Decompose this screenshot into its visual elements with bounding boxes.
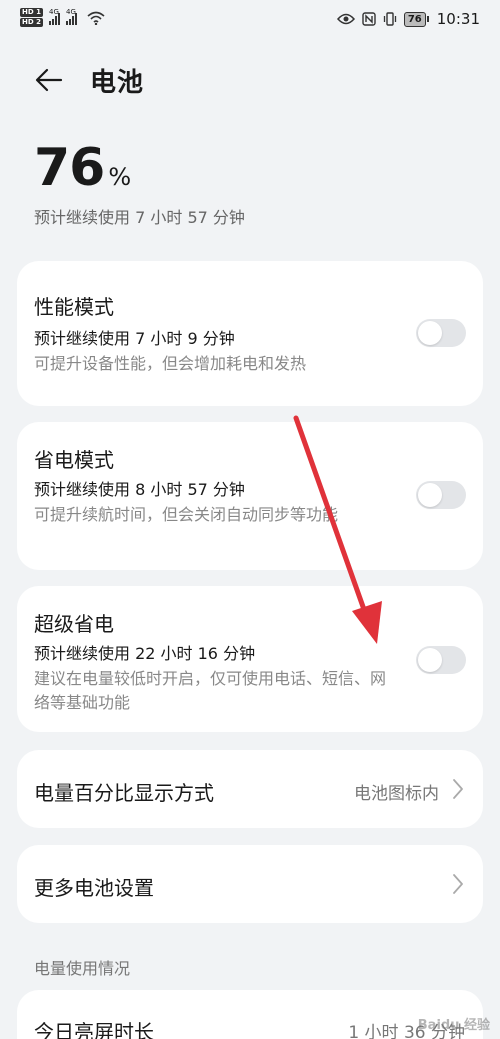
- battery-percentage: 76 %: [34, 138, 131, 198]
- nfc-icon: [362, 12, 376, 26]
- chevron-right-icon: [453, 874, 463, 894]
- toggle-knob: [418, 648, 442, 672]
- page-header: 电池: [34, 58, 144, 102]
- hd-indicators: HD 1 HD 2: [20, 8, 43, 27]
- back-arrow-icon[interactable]: [34, 65, 64, 95]
- hd1-badge: HD 1: [20, 8, 43, 17]
- hd2-badge: HD 2: [20, 18, 43, 27]
- ultra-power-saving-card[interactable]: 超级省电 预计继续使用 22 小时 16 分钟 建议在电量较低时开启，仅可使用电…: [17, 586, 483, 732]
- percentage-display-value: 电池图标内: [354, 784, 439, 804]
- page-title: 电池: [90, 67, 145, 98]
- signal-icon: 4G: [48, 7, 60, 25]
- ultra-power-saving-estimate: 预计继续使用 22 小时 16 分钟: [34, 644, 256, 663]
- usage-section-label: 电量使用情况: [34, 959, 131, 978]
- screen-on-time-row[interactable]: 今日亮屏时长 1 小时 36 分钟: [17, 990, 483, 1039]
- performance-mode-title: 性能模式: [34, 295, 114, 319]
- status-right: 76 10:31: [336, 10, 480, 28]
- power-saving-mode-toggle[interactable]: [416, 481, 466, 509]
- ultra-power-saving-title: 超级省电: [34, 612, 114, 636]
- ultra-power-saving-toggle[interactable]: [416, 646, 466, 674]
- more-battery-settings-row[interactable]: 更多电池设置: [17, 845, 483, 923]
- power-saving-mode-title: 省电模式: [34, 448, 114, 472]
- percentage-display-label: 电量百分比显示方式: [34, 781, 214, 805]
- performance-mode-estimate: 预计继续使用 7 小时 9 分钟: [34, 329, 235, 348]
- signal-label-2: 4G: [65, 7, 76, 16]
- status-bar: HD 1 HD 2 4G 4G 76 10:31: [0, 0, 500, 40]
- wifi-icon: [87, 11, 105, 25]
- battery-remaining-time: 预计继续使用 7 小时 57 分钟: [34, 208, 245, 227]
- performance-mode-toggle[interactable]: [416, 319, 466, 347]
- performance-mode-description: 可提升设备性能，但会增加耗电和发热: [34, 354, 307, 373]
- toggle-knob: [418, 321, 442, 345]
- power-saving-mode-estimate: 预计继续使用 8 小时 57 分钟: [34, 480, 245, 499]
- eye-icon: [336, 13, 355, 25]
- power-saving-mode-card[interactable]: 省电模式 预计继续使用 8 小时 57 分钟 可提升续航时间，但会关闭自动同步等…: [17, 422, 483, 570]
- vibrate-icon: [383, 12, 396, 26]
- battery-percent-value: 76: [34, 138, 105, 198]
- toggle-knob: [418, 483, 442, 507]
- chevron-right-icon: [453, 779, 463, 799]
- percent-sign: %: [108, 163, 132, 191]
- power-saving-mode-description: 可提升续航时间，但会关闭自动同步等功能: [34, 505, 339, 524]
- signal-label: 4G: [48, 7, 59, 16]
- percentage-display-row[interactable]: 电量百分比显示方式 电池图标内: [17, 750, 483, 828]
- clock: 10:31: [436, 10, 480, 28]
- status-left: HD 1 HD 2 4G 4G: [20, 8, 105, 27]
- battery-status-icon: 76: [403, 11, 429, 27]
- signal-icon-2: 4G: [65, 7, 77, 25]
- screen-on-time-label: 今日亮屏时长: [34, 1020, 154, 1039]
- ultra-power-saving-description: 建议在电量较低时开启，仅可使用电话、短信、网络等基础功能: [34, 669, 387, 712]
- more-battery-settings-label: 更多电池设置: [34, 876, 154, 900]
- watermark-text: Baidu 经验: [417, 1018, 490, 1033]
- performance-mode-card[interactable]: 性能模式 预计继续使用 7 小时 9 分钟 可提升设备性能，但会增加耗电和发热: [17, 261, 483, 406]
